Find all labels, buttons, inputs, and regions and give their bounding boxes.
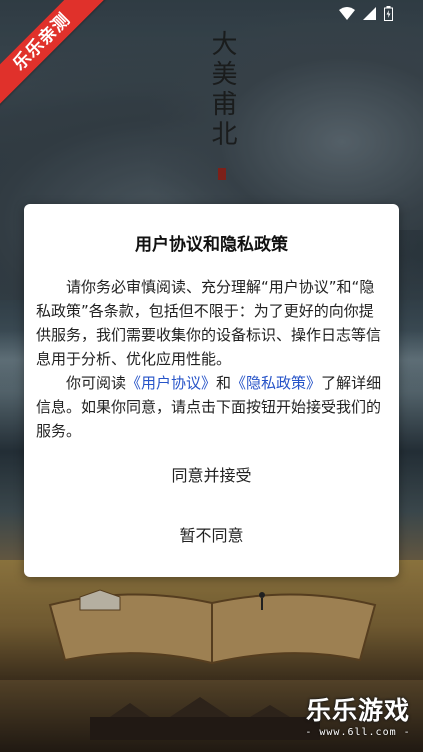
para2-and: 和 bbox=[216, 374, 232, 392]
accept-button[interactable]: 同意并接受 bbox=[24, 461, 399, 491]
wifi-icon bbox=[339, 7, 355, 20]
site-watermark: 乐乐游戏 - www.6ll.com - bbox=[299, 696, 417, 748]
privacy-policy-link[interactable]: 《隐私政策》 bbox=[231, 374, 321, 392]
ribbon-label: 乐乐亲测 bbox=[0, 0, 109, 109]
watermark-logo: 乐乐游戏 bbox=[305, 696, 410, 725]
signal-icon bbox=[363, 7, 376, 20]
decline-button[interactable]: 暂不同意 bbox=[24, 521, 399, 551]
para2-prefix: 你可阅读 bbox=[66, 374, 127, 392]
watermark-url: - www.6ll.com - bbox=[305, 727, 411, 738]
dialog-body: 请你务必审慎阅读、充分理解“用户协议”和“隐私政策”各条款，包括但不限于：为了更… bbox=[36, 275, 382, 443]
corner-ribbon: 乐乐亲测 bbox=[0, 0, 110, 110]
dialog-title: 用户协议和隐私政策 bbox=[135, 235, 288, 255]
user-agreement-link[interactable]: 《用户协议》 bbox=[126, 374, 216, 392]
dialog-paragraph-1: 请你务必审慎阅读、充分理解“用户协议”和“隐私政策”各条款，包括但不限于：为了更… bbox=[36, 278, 382, 368]
dialog-paragraph-2: 你可阅读《用户协议》和《隐私政策》了解详细信息。如果你同意，请点击下面按钮开始接… bbox=[36, 371, 382, 443]
battery-icon bbox=[384, 6, 393, 21]
privacy-dialog: 用户协议和隐私政策 请你务必审慎阅读、充分理解“用户协议”和“隐私政策”各条款，… bbox=[24, 204, 399, 577]
